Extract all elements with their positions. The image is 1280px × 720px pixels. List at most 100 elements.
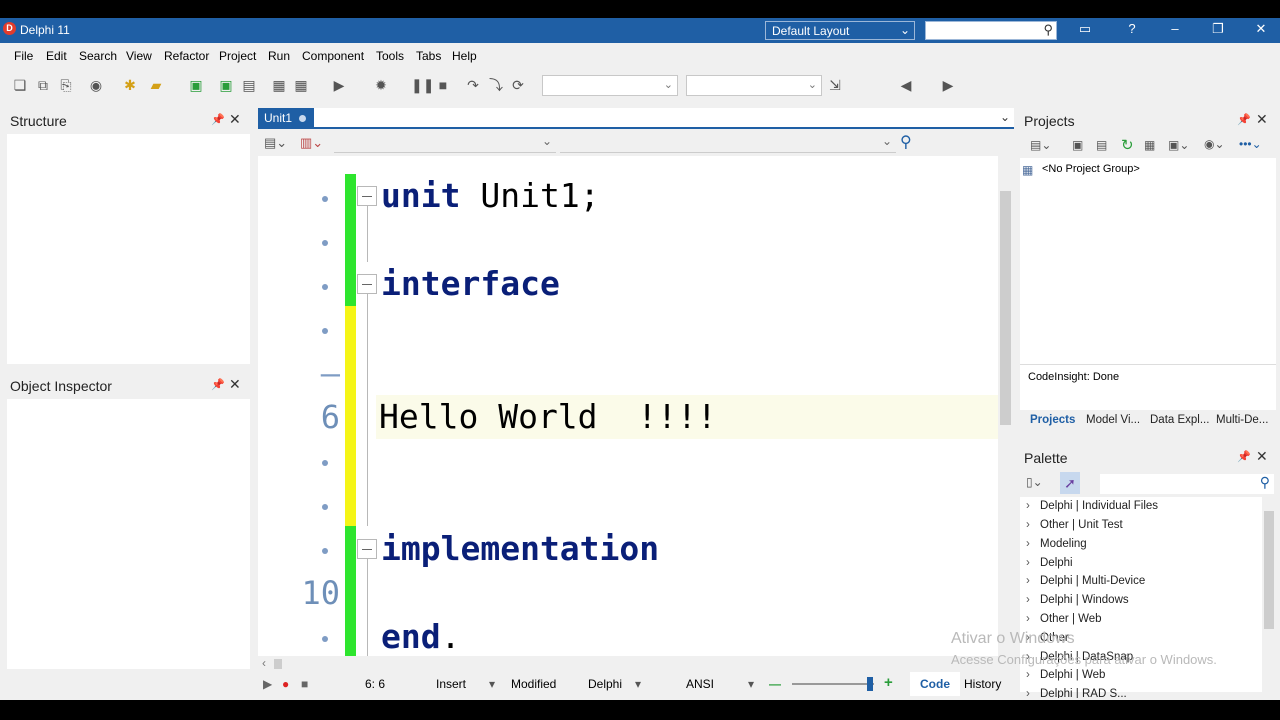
scrollbar-thumb[interactable]: [1264, 511, 1274, 629]
palette-options-icon[interactable]: ▯⌄: [1026, 475, 1043, 489]
help-icon[interactable]: ?: [1117, 21, 1147, 36]
editor-options-icon[interactable]: ▥⌄: [300, 135, 323, 151]
desktop-settings-icon[interactable]: ▭: [1070, 21, 1100, 37]
save-all-icon[interactable]: ▣: [217, 76, 235, 94]
build-icon[interactable]: ▤: [1096, 138, 1107, 152]
close-icon[interactable]: ✕: [1256, 111, 1268, 128]
palette-search-input[interactable]: ⚲: [1100, 474, 1274, 494]
open-project-icon[interactable]: ▤: [240, 76, 258, 94]
project-group-item[interactable]: <No Project Group>: [1042, 163, 1140, 175]
target-icon[interactable]: ◉⌄: [1204, 137, 1225, 151]
build-config-combo[interactable]: ⌄: [542, 75, 678, 96]
tab-data-explorer[interactable]: Data Expl...: [1150, 414, 1209, 426]
menu-component[interactable]: Component: [302, 49, 364, 63]
pin-icon[interactable]: 📌: [1237, 450, 1251, 463]
debug-icon[interactable]: ✹: [372, 76, 390, 94]
deploy-icon[interactable]: ⇲: [826, 76, 844, 94]
chevron-down-icon[interactable]: ▾: [489, 677, 495, 691]
fold-toggle[interactable]: [357, 539, 377, 559]
palette-item[interactable]: › Other | Unit Test: [1026, 519, 1123, 531]
close-icon[interactable]: ✕: [229, 376, 241, 393]
layout-selector[interactable]: Default Layout ⌄: [765, 21, 915, 40]
fold-toggle[interactable]: [357, 186, 377, 206]
menu-search[interactable]: Search: [79, 49, 117, 63]
chevron-down-icon[interactable]: ▾: [635, 677, 641, 691]
menu-refactor[interactable]: Refactor: [164, 49, 209, 63]
code-editor[interactable]: – 6 10 unit Unit1; interface Hello World…: [258, 156, 998, 656]
stop-macro-icon[interactable]: ■: [301, 677, 308, 691]
chevron-down-icon[interactable]: ▾: [748, 677, 754, 691]
scrollbar-thumb[interactable]: [274, 659, 282, 669]
menu-tools[interactable]: Tools: [376, 49, 404, 63]
close-window-button[interactable]: ✕: [1246, 21, 1276, 37]
palette-item[interactable]: › Other | Web: [1026, 613, 1102, 625]
palette-item[interactable]: › Delphi | RAD S...: [1026, 688, 1127, 698]
minimize-button[interactable]: –: [1160, 21, 1190, 36]
palette-item[interactable]: › Delphi | Windows: [1026, 594, 1129, 606]
projects-tree[interactable]: ▦ <No Project Group>: [1020, 158, 1276, 364]
save-icon[interactable]: ▣: [187, 76, 205, 94]
tab-model-view[interactable]: Model Vi...: [1086, 414, 1140, 426]
view-unit-icon[interactable]: ▦: [270, 76, 288, 94]
pin-icon[interactable]: 📌: [211, 378, 225, 391]
play-macro-icon[interactable]: ▶: [263, 677, 272, 691]
pin-icon[interactable]: 📌: [1237, 113, 1251, 126]
refresh-icon[interactable]: ↻: [1121, 136, 1134, 154]
view-form-icon[interactable]: ▦: [292, 76, 310, 94]
navigate-back-icon[interactable]: ◀: [897, 76, 915, 94]
record-macro-icon[interactable]: ●: [282, 677, 289, 691]
language-selector[interactable]: Delphi: [588, 677, 622, 691]
tab-code[interactable]: Code: [910, 672, 960, 696]
insert-mode[interactable]: Insert: [436, 677, 466, 691]
new-file-icon[interactable]: ✱: [121, 76, 139, 94]
menu-run[interactable]: Run: [268, 49, 290, 63]
scroll-left-icon[interactable]: ‹: [262, 656, 266, 670]
view-options-icon[interactable]: ▣⌄: [1168, 138, 1189, 152]
run-to-cursor-icon[interactable]: ⟳: [509, 76, 527, 94]
editor-horizontal-scrollbar[interactable]: ‹: [258, 656, 1014, 672]
tab-multi-device[interactable]: Multi-De...: [1216, 414, 1268, 426]
pin-icon[interactable]: 📌: [211, 113, 225, 126]
palette-item[interactable]: › Modeling: [1026, 538, 1087, 550]
open-folder-icon[interactable]: ▰: [147, 76, 165, 94]
zoom-slider-thumb[interactable]: [867, 677, 873, 691]
menu-project[interactable]: Project: [219, 49, 256, 63]
step-over-icon[interactable]: ↷: [464, 76, 482, 94]
menu-file[interactable]: File: [14, 49, 33, 63]
stop-icon[interactable]: ■: [434, 76, 452, 94]
palette-item[interactable]: › Delphi: [1026, 557, 1073, 569]
zoom-slider[interactable]: [792, 683, 874, 685]
palette-scrollbar[interactable]: [1262, 497, 1276, 692]
pause-icon[interactable]: ❚❚: [411, 76, 434, 94]
scrollbar-thumb[interactable]: [1000, 191, 1011, 425]
zoom-in-icon[interactable]: +: [884, 674, 893, 691]
close-icon[interactable]: ✕: [229, 111, 241, 128]
options-icon[interactable]: ◉: [87, 76, 105, 94]
palette-item[interactable]: › Delphi | Web: [1026, 669, 1105, 681]
menu-tabs[interactable]: Tabs: [416, 49, 441, 63]
tab-unit1[interactable]: Unit1: [258, 108, 314, 129]
editor-vertical-scrollbar[interactable]: [998, 173, 1013, 673]
more-icon[interactable]: •••⌄: [1239, 137, 1262, 151]
ide-search-input[interactable]: ⚲: [925, 21, 1057, 40]
pointer-icon[interactable]: ➚: [1060, 472, 1080, 494]
fold-toggle[interactable]: [357, 274, 377, 294]
object-inspector-view[interactable]: [7, 399, 250, 669]
toggle-form-unit-icon[interactable]: ▤⌄: [264, 135, 287, 151]
zoom-out-icon[interactable]: —: [769, 677, 781, 691]
palette-item[interactable]: › Delphi | Multi-Device: [1026, 575, 1145, 587]
structure-view[interactable]: [7, 134, 250, 364]
copy-layout-icon[interactable]: ⎘: [57, 76, 75, 94]
platform-combo[interactable]: ⌄: [686, 75, 822, 96]
menu-view[interactable]: View: [126, 49, 152, 63]
class-selector[interactable]: ⌄: [334, 133, 556, 153]
trace-into-icon[interactable]: ⤵: [487, 76, 505, 94]
run-icon[interactable]: ▶: [330, 76, 348, 94]
new-window-icon[interactable]: ⧉: [34, 76, 52, 94]
close-icon[interactable]: ✕: [1256, 448, 1268, 465]
navigate-forward-icon[interactable]: ▶: [939, 76, 957, 94]
menu-help[interactable]: Help: [452, 49, 477, 63]
tab-list-chevron-icon[interactable]: ⌄: [1000, 110, 1010, 124]
tab-history[interactable]: History: [964, 677, 1001, 691]
sync-icon[interactable]: ▤⌄: [1030, 138, 1051, 152]
